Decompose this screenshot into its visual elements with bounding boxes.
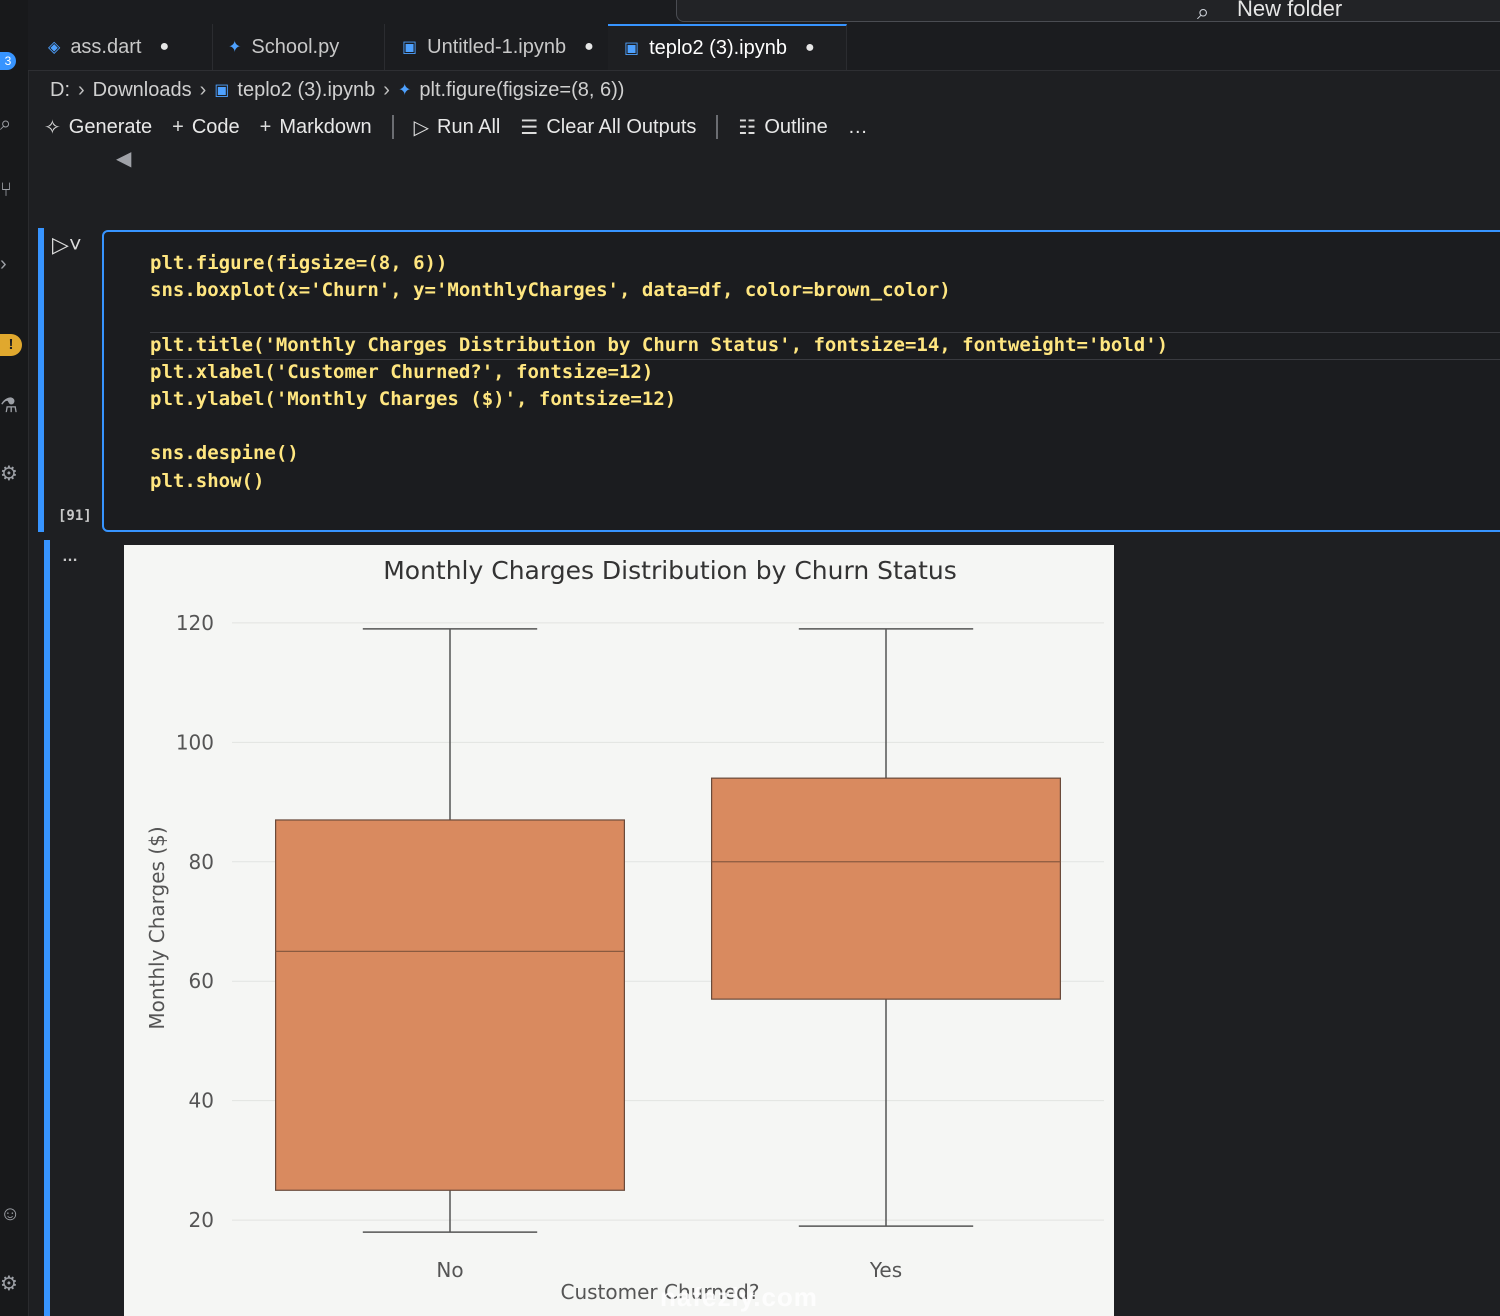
x-tick-label: No bbox=[436, 1258, 463, 1282]
cell-focus-indicator bbox=[38, 228, 44, 532]
python-icon[interactable]: ⚙ bbox=[0, 460, 28, 488]
execution-count: [91] bbox=[58, 508, 92, 524]
breadcrumb-drive[interactable]: D: bbox=[50, 79, 70, 102]
chevron-right-icon: › bbox=[383, 78, 390, 101]
x-tick-label: Yes bbox=[869, 1258, 902, 1282]
search-icon: ⌕ bbox=[1197, 0, 1210, 24]
breadcrumb-symbol[interactable]: plt.figure(figsize=(8, 6)) bbox=[419, 79, 624, 102]
markdown-label: Markdown bbox=[279, 115, 372, 138]
box-no bbox=[275, 819, 625, 1191]
tab-label: teplo2 (3).ipynb bbox=[649, 36, 787, 59]
chevron-right-icon: › bbox=[78, 78, 85, 101]
run-debug-icon[interactable]: › bbox=[0, 250, 28, 278]
dart-file-icon: ◈ bbox=[48, 39, 61, 56]
tab-label: ass.dart bbox=[70, 35, 142, 58]
code-line: plt.figure(figsize=(8, 6)) bbox=[150, 252, 448, 274]
more-actions-button[interactable]: … bbox=[848, 116, 868, 139]
clear-all-outputs-button[interactable]: ☰ Clear All Outputs bbox=[520, 115, 696, 140]
code-line: plt.show() bbox=[150, 470, 265, 492]
notebook-file-icon: ▣ bbox=[402, 39, 418, 56]
y-tick-label: 80 bbox=[189, 850, 214, 874]
sparkle-icon: ✧ bbox=[44, 116, 61, 139]
notebook-file-icon: ▣ bbox=[214, 82, 230, 99]
run-all-button[interactable]: ▷ Run All bbox=[414, 115, 501, 140]
command-center-text: New folder bbox=[1237, 0, 1343, 21]
activity-bar: 3 ⌕ ⑂ › ! ⚗ ⚙ ☺ ⚙ bbox=[0, 0, 29, 1316]
box-yes bbox=[710, 777, 1061, 1000]
unsaved-dot-icon[interactable]: ● bbox=[805, 39, 815, 57]
testing-icon[interactable]: ⚗ bbox=[0, 392, 28, 420]
breadcrumb-file[interactable]: teplo2 (3).ipynb bbox=[237, 79, 375, 102]
account-icon[interactable]: ☺ bbox=[0, 1200, 28, 1228]
python-file-icon: ✦ bbox=[228, 39, 242, 56]
y-tick-label: 20 bbox=[189, 1208, 214, 1232]
tab-teplo2[interactable]: ▣ teplo2 (3).ipynb ● bbox=[608, 24, 847, 70]
toolbar-divider bbox=[716, 115, 719, 139]
watermark-text: nafezly.com bbox=[660, 1282, 818, 1312]
clear-all-outputs-label: Clear All Outputs bbox=[546, 115, 697, 138]
code-cell-editor[interactable]: plt.figure(figsize=(8, 6)) sns.boxplot(x… bbox=[102, 230, 1500, 532]
list-icon: ☷ bbox=[738, 116, 757, 139]
y-axis-label: Monthly Charges ($) bbox=[145, 826, 169, 1029]
y-tick-label: 100 bbox=[176, 730, 214, 754]
tab-ass-dart[interactable]: ◈ ass.dart ● bbox=[32, 24, 213, 70]
settings-gear-icon[interactable]: ⚙ bbox=[0, 1270, 28, 1298]
chevron-right-icon: › bbox=[199, 78, 207, 101]
code-label: Code bbox=[191, 115, 240, 138]
code-line: plt.xlabel('Customer Churned?', fontsize… bbox=[150, 361, 654, 383]
y-tick-label: 40 bbox=[189, 1089, 214, 1113]
code-line: plt.ylabel('Monthly Charges ($)', fontsi… bbox=[150, 388, 677, 410]
run-cell-button[interactable]: ▷˅ bbox=[52, 232, 82, 258]
plus-icon: + bbox=[172, 115, 184, 138]
code-line: sns.despine() bbox=[150, 442, 299, 464]
outline-label: Outline bbox=[764, 115, 828, 138]
y-tick-label: 120 bbox=[176, 611, 214, 635]
breadcrumb: D: › Downloads › ▣ teplo2 (3).ipynb › ✦ … bbox=[50, 76, 624, 104]
editor-tabs: ◈ ass.dart ● ✦ School.py ▣ Untitled-1.ip… bbox=[28, 24, 1500, 71]
search-icon[interactable]: ⌕ bbox=[0, 110, 28, 138]
collapse-triangle-icon[interactable]: ◀ bbox=[116, 146, 131, 171]
run-all-icon: ▷ bbox=[413, 116, 429, 139]
notification-badge: 3 bbox=[0, 52, 16, 70]
tab-label: School.py bbox=[251, 35, 340, 58]
y-tick-label: 60 bbox=[189, 969, 214, 993]
boxplot-chart: Monthly Charges Distribution by Churn St… bbox=[145, 556, 1104, 1304]
unsaved-dot-icon[interactable]: ● bbox=[159, 38, 169, 56]
clear-outputs-icon: ☰ bbox=[520, 116, 539, 139]
generate-label: Generate bbox=[68, 115, 153, 138]
notebook-file-icon: ▣ bbox=[624, 40, 640, 57]
tab-school-py[interactable]: ✦ School.py bbox=[212, 24, 385, 70]
generate-button[interactable]: ✧ Generate bbox=[44, 115, 152, 140]
breadcrumb-folder[interactable]: Downloads bbox=[93, 79, 192, 102]
code-line: plt.title('Monthly Charges Distribution … bbox=[150, 334, 1169, 356]
add-markdown-button[interactable]: + Markdown bbox=[260, 116, 372, 139]
toolbar-divider bbox=[391, 115, 394, 139]
tab-untitled-1[interactable]: ▣ Untitled-1.ipynb ● bbox=[386, 24, 625, 70]
python-file-icon: ✦ bbox=[397, 82, 412, 99]
run-all-label: Run All bbox=[437, 115, 501, 138]
tab-label: Untitled-1.ipynb bbox=[427, 35, 567, 58]
unsaved-dot-icon[interactable]: ● bbox=[584, 38, 594, 56]
source-control-icon[interactable]: ⑂ bbox=[0, 176, 28, 204]
output-more-actions-button[interactable]: … bbox=[62, 548, 78, 566]
chart-title: Monthly Charges Distribution by Churn St… bbox=[383, 556, 957, 585]
warning-icon[interactable]: ! bbox=[0, 334, 22, 356]
add-code-button[interactable]: + Code bbox=[172, 116, 240, 139]
command-center[interactable]: ⌕ New folder bbox=[676, 0, 1500, 24]
plot-output: Monthly Charges Distribution by Churn St… bbox=[124, 545, 1114, 1316]
outline-button[interactable]: ☷ Outline bbox=[738, 115, 827, 140]
code-line: sns.boxplot(x='Churn', y='MonthlyCharges… bbox=[150, 279, 951, 301]
notebook-toolbar: ✧ Generate + Code + Markdown ▷ Run All ☰… bbox=[44, 110, 868, 144]
more-label: … bbox=[847, 115, 868, 138]
output-focus-indicator bbox=[44, 540, 50, 1316]
plus-icon: + bbox=[259, 115, 272, 138]
